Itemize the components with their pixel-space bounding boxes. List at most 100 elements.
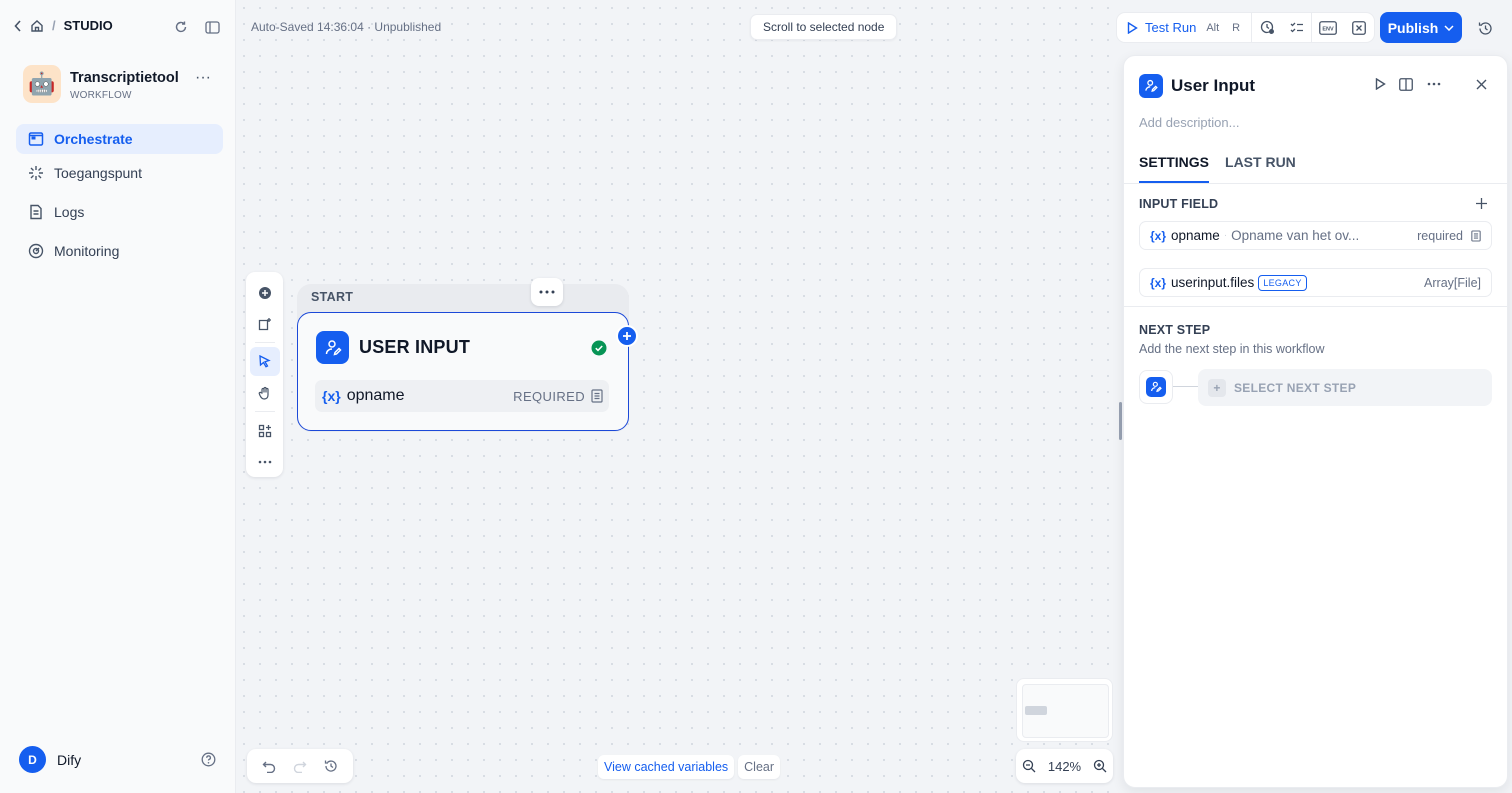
breadcrumb-separator: / [52,18,56,33]
run-node-icon[interactable] [1372,76,1388,92]
toolbar-divider [254,342,275,343]
app-avatar: 🤖 [23,65,61,103]
input-field-row[interactable]: {x} opname · Opname van het ov... requir… [1139,221,1492,250]
select-next-step-label: SELECT NEXT STEP [1234,380,1357,395]
field-name: userinput.files [1171,275,1255,290]
field-name: opname [1171,228,1220,243]
minimap[interactable] [1016,678,1113,742]
add-node-icon[interactable] [250,278,280,307]
access-point-icon [28,165,44,181]
panel-resize-handle[interactable] [1119,402,1122,440]
zoom-out-icon[interactable] [1022,759,1036,773]
test-run-button[interactable]: Test Run Alt R [1117,13,1253,42]
connector-line [1173,386,1198,387]
workflow-canvas[interactable]: Auto-Saved 14:36:04 · Unpublished Scroll… [236,0,1123,793]
user-input-icon [1139,74,1163,98]
split-view-icon[interactable] [1398,76,1414,92]
undo-icon[interactable] [262,759,276,773]
nav-monitoring[interactable]: Monitoring [16,236,223,266]
history-icon[interactable] [324,759,338,773]
nav-orchestrate[interactable]: Orchestrate [16,124,223,154]
add-note-icon[interactable] [250,309,280,338]
nav-toegangspunt[interactable]: Toegangspunt [16,158,223,188]
chevron-down-icon [1444,24,1454,31]
description-input[interactable]: Add description... [1139,115,1239,130]
nav-label: Toegangspunt [54,165,142,181]
field-separator: · [1223,230,1228,241]
zoom-control: 142% [1016,749,1113,783]
orchestrate-icon [28,131,44,147]
legacy-badge: LEGACY [1258,274,1307,291]
field-required: required [1417,228,1463,243]
node-more-button[interactable] [531,278,563,306]
checklist-status-icon[interactable] [1252,13,1282,42]
check-success-icon [591,340,607,356]
required-badge: REQUIRED [513,389,609,404]
refresh-icon[interactable] [172,18,190,36]
zoom-in-icon[interactable] [1093,759,1107,773]
env-icon[interactable]: ENV [1312,13,1344,42]
variable-icon: {x} [1150,275,1167,290]
node-settings-panel: User Input Add description... SETTINGS L… [1123,55,1508,788]
nav-label: Monitoring [54,243,120,259]
checklist-icon[interactable] [1282,13,1313,42]
user-input-icon [316,331,349,364]
current-node-icon [1139,370,1173,404]
more-icon[interactable] [250,447,280,476]
document-icon [1471,229,1481,242]
user-name: Dify [57,751,82,768]
app-more-icon[interactable]: ··· [193,68,213,88]
panel-tabs: SETTINGS LAST RUN [1139,154,1296,183]
close-icon[interactable] [1473,76,1489,92]
chevron-left-icon[interactable] [14,19,22,32]
add-next-node-button[interactable] [616,325,638,347]
input-field-heading: INPUT FIELD [1139,197,1219,211]
pointer-icon[interactable] [249,347,280,377]
panel-more-icon[interactable] [1425,76,1443,92]
input-field-row[interactable]: {x} userinput.files LEGACY Array[File] [1139,268,1492,297]
zoom-level[interactable]: 142% [1048,759,1081,774]
tab-settings[interactable]: SETTINGS [1139,154,1210,183]
nav-label: Orchestrate [54,131,133,147]
scroll-to-selected-button[interactable]: Scroll to selected node [750,14,898,40]
env-label: ENV [1322,26,1334,32]
select-next-step-button[interactable]: + SELECT NEXT STEP [1198,369,1492,406]
tab-last-run[interactable]: LAST RUN [1225,154,1296,183]
home-icon[interactable] [30,19,44,33]
organize-icon[interactable] [250,416,280,445]
panel-title[interactable]: User Input [1171,76,1255,96]
shortcut-key: R [1232,21,1241,34]
tabs-divider [1124,183,1507,184]
version-history-icon[interactable] [1471,14,1499,42]
monitoring-icon [28,243,44,259]
conversation-variable-icon[interactable] [1344,13,1374,42]
redo-icon[interactable] [293,759,307,773]
toolbar-divider [254,411,275,412]
next-step-description: Add the next step in this workflow [1139,342,1325,356]
app-name: Transcriptietool [70,70,179,86]
sidebar: / STUDIO 🤖 Transcriptietool WORKFLOW ···… [0,0,236,793]
breadcrumb: / STUDIO [14,18,113,33]
sidebar-collapse-icon[interactable] [203,18,221,36]
shortcut-alt: Alt [1206,21,1220,34]
variable-icon: {x} [322,388,341,404]
publish-label: Publish [1387,19,1439,36]
field-type: Array[File] [1424,275,1481,290]
hand-icon[interactable] [250,378,280,407]
clear-cache-button[interactable]: Clear [738,755,781,779]
add-input-field-icon[interactable] [1474,196,1488,210]
user-input-node[interactable]: USER INPUT {x} opname REQUIRED [297,312,629,431]
node-variable-row: {x} opname REQUIRED [315,380,609,412]
variable-icon: {x} [1150,228,1167,243]
breadcrumb-studio[interactable]: STUDIO [64,18,113,33]
nav-logs[interactable]: Logs [16,197,223,227]
play-icon [1127,21,1138,34]
app-header: 🤖 Transcriptietool WORKFLOW ··· [23,62,223,106]
variable-name: opname [346,387,405,404]
user-menu[interactable]: D Dify [19,746,81,773]
view-cached-variables-button[interactable]: View cached variables [598,755,735,779]
field-description: Opname van het ov... [1231,228,1360,243]
canvas-toolbar [246,272,283,477]
publish-button[interactable]: Publish [1380,12,1462,43]
help-icon[interactable] [200,751,217,768]
